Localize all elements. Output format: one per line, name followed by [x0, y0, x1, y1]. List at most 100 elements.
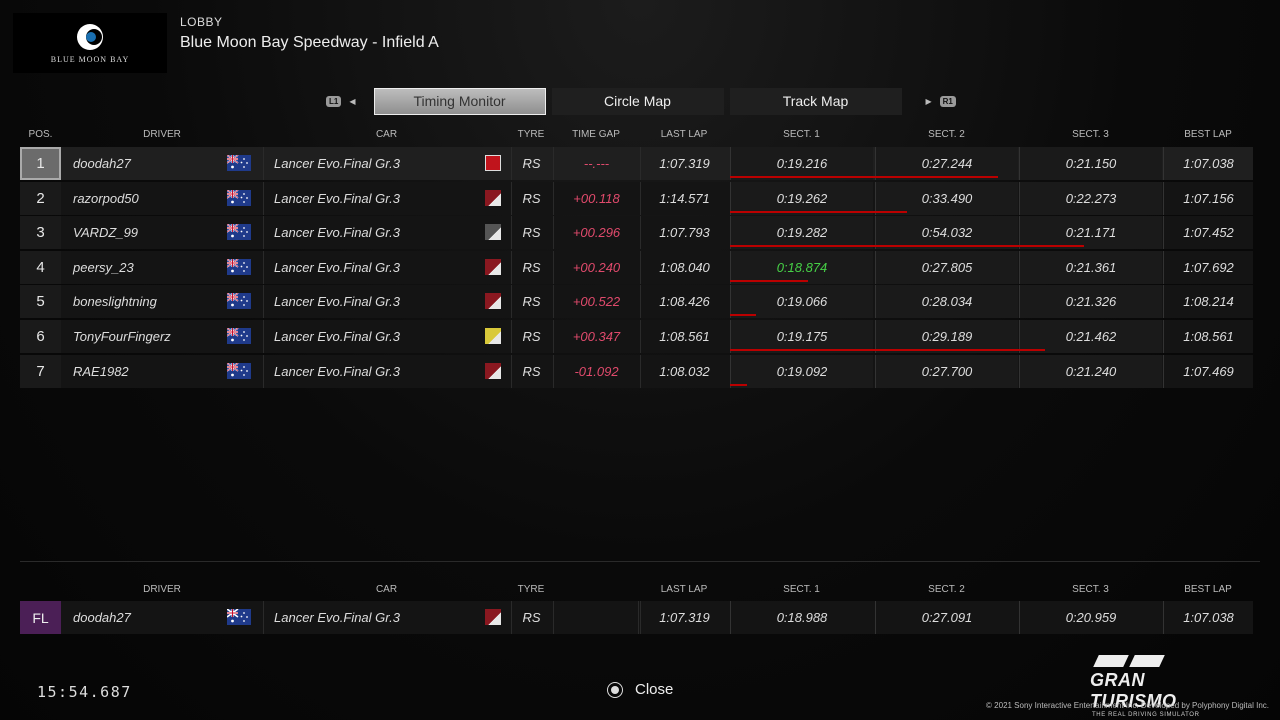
header-pos: POS.	[28, 129, 53, 140]
tyre-compound: RS	[511, 147, 551, 180]
brand-subtitle: THE REAL DRIVING SIMULATOR	[1092, 712, 1200, 718]
position: 5	[20, 285, 61, 319]
r1-button-icon: R1	[939, 95, 956, 107]
table-row[interactable]: 4 peersy_23 Lancer Evo.Final Gr.3 RS +00…	[20, 250, 1253, 284]
close-label: Close	[635, 681, 674, 698]
tyre-compound: RS	[511, 319, 551, 353]
header-sect1: SECT. 1	[783, 129, 820, 140]
prev-tab-hint[interactable]: L1 ◀	[326, 95, 364, 107]
last-lap-time: 1:08.040	[640, 250, 728, 284]
next-tab-hint[interactable]: ▶ R1	[918, 95, 956, 107]
logo-text: BLUE MOON BAY	[50, 54, 130, 64]
best-lap-time: 1:07.038	[1163, 601, 1253, 634]
best-lap-time: 1:07.156	[1163, 181, 1253, 215]
position: 4	[20, 250, 61, 284]
header-sect3: SECT. 3	[1072, 129, 1109, 140]
table-row[interactable]: 5 boneslightning Lancer Evo.Final Gr.3 R…	[20, 285, 1253, 319]
header-sect2: SECT. 2	[928, 584, 965, 595]
lap-progress-bar	[730, 383, 747, 386]
close-button[interactable]: Close	[607, 681, 673, 698]
header-last-lap: LAST LAP	[660, 129, 708, 140]
header-tyre: TYRE	[517, 584, 545, 595]
sector1-time: 0:18.988	[730, 601, 873, 634]
copyright-text: © 2021 Sony Interactive Entertainment In…	[986, 701, 1269, 710]
arrow-left-icon: ◀	[349, 96, 356, 106]
australia-flag-icon	[227, 293, 251, 310]
arrow-right-icon: ▶	[925, 96, 932, 106]
position: 1	[20, 147, 61, 180]
sector3-time: 0:20.959	[1019, 601, 1162, 634]
time-gap: -01.092	[553, 354, 639, 388]
tyre-compound: RS	[511, 216, 551, 250]
lap-progress-bar	[730, 210, 907, 213]
sector2-time: 0:28.034	[875, 285, 1018, 319]
time-gap: +00.347	[553, 319, 639, 353]
session-clock: 15:54.687	[37, 683, 132, 701]
position: 6	[20, 319, 61, 353]
l1-button-icon: L1	[326, 95, 342, 107]
header-last-lap: LAST LAP	[660, 584, 708, 595]
position: 7	[20, 354, 61, 388]
australia-flag-icon	[227, 189, 251, 206]
last-lap-time: 1:14.571	[640, 181, 728, 215]
fastest-lap-badge: FL	[20, 601, 61, 634]
last-lap-time: 1:07.319	[640, 601, 728, 634]
car-name: Lancer Evo.Final Gr.3	[263, 181, 510, 215]
lap-progress-bar	[730, 279, 808, 282]
time-gap: --.---	[553, 147, 639, 180]
lap-progress-bar	[730, 176, 998, 178]
table-row[interactable]: 6 TonyFourFingerz Lancer Evo.Final Gr.3 …	[20, 319, 1253, 353]
car-color-swatch	[485, 327, 501, 344]
tyre-compound: RS	[511, 250, 551, 284]
car-name: Lancer Evo.Final Gr.3	[263, 147, 510, 180]
header-car: CAR	[375, 129, 398, 140]
table-row[interactable]: 3 VARDZ_99 Lancer Evo.Final Gr.3 RS +00.…	[20, 216, 1253, 250]
tab-track-map[interactable]: Track Map	[729, 87, 902, 115]
sector3-time: 0:21.361	[1019, 250, 1162, 284]
table-row[interactable]: 2 razorpod50 Lancer Evo.Final Gr.3 RS +0…	[20, 181, 1253, 215]
last-lap-time: 1:08.426	[640, 285, 728, 319]
results-table: 1 doodah27 Lancer Evo.Final Gr.3 RS --.-…	[20, 147, 1253, 389]
australia-flag-icon	[227, 609, 251, 625]
header-tyre: TYRE	[517, 129, 545, 140]
sector3-time: 0:21.150	[1019, 147, 1162, 180]
tab-timing-monitor[interactable]: Timing Monitor	[373, 87, 546, 115]
sector2-time: 0:27.091	[875, 601, 1018, 634]
track-logo: BLUE MOON BAY	[13, 13, 167, 73]
lobby-label: LOBBY	[180, 15, 223, 29]
sector3-time: 0:21.240	[1019, 354, 1162, 388]
time-gap: +00.296	[553, 216, 639, 250]
moon-logo-icon	[77, 23, 103, 50]
header-car: CAR	[375, 584, 398, 595]
lap-progress-bar	[730, 348, 1045, 351]
table-row[interactable]: 1 doodah27 Lancer Evo.Final Gr.3 RS --.-…	[20, 147, 1253, 180]
header-driver: DRIVER	[143, 584, 181, 595]
sector2-time: 0:27.700	[875, 354, 1018, 388]
sector3-time: 0:21.326	[1019, 285, 1162, 319]
fastest-lap-row[interactable]: FL doodah27 Lancer Evo.Final Gr.3 RS 1:0…	[20, 601, 1253, 634]
fastest-lap-header: DRIVER CAR TYRE LAST LAP SECT. 1 SECT. 2…	[20, 584, 1253, 598]
tab-circle-map[interactable]: Circle Map	[551, 87, 724, 115]
header-sect1: SECT. 1	[783, 584, 820, 595]
best-lap-time: 1:08.214	[1163, 285, 1253, 319]
table-row[interactable]: 7 RAE1982 Lancer Evo.Final Gr.3 RS -01.0…	[20, 354, 1253, 388]
lap-progress-bar	[730, 314, 756, 317]
tyre-compound: RS	[511, 285, 551, 319]
car-name: Lancer Evo.Final Gr.3	[263, 250, 510, 284]
australia-flag-icon	[227, 362, 251, 379]
header-best-lap: BEST LAP	[1184, 129, 1232, 140]
car-name: Lancer Evo.Final Gr.3	[263, 354, 510, 388]
australia-flag-icon	[227, 258, 251, 275]
australia-flag-icon	[227, 224, 251, 241]
car-color-swatch	[485, 609, 501, 625]
time-gap	[553, 601, 639, 634]
best-lap-time: 1:07.038	[1163, 147, 1253, 180]
best-lap-time: 1:08.561	[1163, 319, 1253, 353]
last-lap-time: 1:07.319	[640, 147, 728, 180]
tyre-compound: RS	[511, 601, 551, 634]
sector3-time: 0:22.273	[1019, 181, 1162, 215]
best-lap-time: 1:07.692	[1163, 250, 1253, 284]
tyre-compound: RS	[511, 354, 551, 388]
circle-button-icon	[607, 681, 623, 698]
car-name: Lancer Evo.Final Gr.3	[263, 285, 510, 319]
